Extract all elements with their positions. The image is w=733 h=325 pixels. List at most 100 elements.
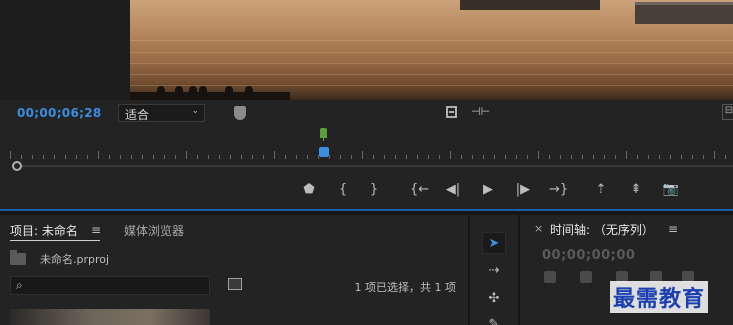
play-button[interactable]: ▶ bbox=[479, 181, 497, 199]
ruler-tick bbox=[428, 155, 429, 159]
selection-tool[interactable]: ➤ bbox=[482, 232, 506, 254]
ruler-tick bbox=[395, 155, 396, 159]
folder-icon bbox=[10, 250, 26, 265]
close-icon[interactable]: × bbox=[534, 222, 543, 235]
ruler-tick bbox=[131, 155, 132, 159]
ruler-tick bbox=[626, 151, 627, 159]
new-bin-icon[interactable] bbox=[228, 278, 242, 290]
project-panel: 项目: 未命名 ≡ 媒体浏览器 未命名.prproj ⌕ 1 项已选择，共 1 … bbox=[0, 215, 468, 325]
ruler-tick bbox=[142, 155, 143, 159]
ruler-tick bbox=[340, 155, 341, 159]
ruler-tick bbox=[439, 155, 440, 159]
ruler-tick bbox=[10, 151, 11, 159]
zoom-level-value: 适合 bbox=[125, 108, 150, 122]
ruler-tick bbox=[714, 151, 715, 159]
ruler-tick bbox=[615, 155, 616, 159]
extract-button[interactable]: ⇞ bbox=[627, 181, 645, 199]
ruler-tick bbox=[252, 155, 253, 159]
zoom-scrollbar-track bbox=[16, 165, 733, 167]
ruler-tick bbox=[230, 155, 231, 159]
razor-tool[interactable]: ✎ bbox=[482, 314, 506, 325]
ruler-tick bbox=[43, 155, 44, 159]
time-ruler[interactable] bbox=[10, 145, 733, 159]
tab-media-browser[interactable]: 媒体浏览器 bbox=[124, 222, 184, 239]
ruler-tick bbox=[21, 155, 22, 159]
ruler-tick bbox=[505, 155, 506, 159]
tab-timeline[interactable]: 时间轴: （无序列） bbox=[550, 221, 654, 238]
playhead-timecode[interactable]: 00;00;06;28 bbox=[17, 106, 102, 120]
panel-edge-icon[interactable]: ⊟ bbox=[722, 104, 733, 120]
go-to-out-button[interactable]: →} bbox=[549, 181, 568, 199]
ruler-tick bbox=[681, 155, 682, 159]
go-to-in-button[interactable]: {← bbox=[410, 181, 429, 199]
panel-divider[interactable] bbox=[468, 215, 470, 325]
ruler-tick bbox=[87, 155, 88, 159]
film-icon[interactable] bbox=[446, 106, 457, 118]
ruler-tick bbox=[76, 155, 77, 159]
ripple-edit-tool[interactable]: ✣ bbox=[482, 288, 506, 310]
panel-menu-icon[interactable]: ≡ bbox=[91, 223, 101, 237]
ruler-tick bbox=[351, 155, 352, 159]
ruler-tick bbox=[582, 155, 583, 159]
ruler-tick bbox=[571, 155, 572, 159]
search-icon: ⌕ bbox=[16, 278, 23, 292]
linked-selection-icon[interactable] bbox=[580, 271, 592, 283]
ruler-tick bbox=[593, 155, 594, 159]
ruler-tick bbox=[637, 155, 638, 159]
watermark-logo: 最需教育 bbox=[610, 281, 709, 313]
settings-shield-icon[interactable] bbox=[234, 106, 246, 120]
panel-divider[interactable] bbox=[518, 215, 520, 325]
timeline-timecode[interactable]: 00;00;00;00 bbox=[542, 248, 635, 263]
mark-in-button[interactable]: { bbox=[334, 181, 352, 199]
ruler-tick bbox=[109, 155, 110, 159]
ruler-tick bbox=[285, 155, 286, 159]
lift-button[interactable]: ⇡ bbox=[592, 181, 610, 199]
ruler-tick bbox=[450, 151, 451, 159]
ruler-tick bbox=[516, 155, 517, 159]
track-select-tool[interactable]: ⇢ bbox=[482, 260, 506, 282]
ruler-tick bbox=[329, 155, 330, 159]
ruler-tick bbox=[54, 155, 55, 159]
ruler-tick bbox=[164, 155, 165, 159]
boat-shape bbox=[460, 0, 600, 10]
people-silhouette bbox=[155, 86, 255, 96]
project-file-name: 未命名.prproj bbox=[40, 253, 110, 266]
snap-icon[interactable] bbox=[544, 271, 556, 283]
tab-project[interactable]: 项目: 未命名 bbox=[10, 222, 78, 239]
ruler-tick bbox=[560, 155, 561, 159]
ruler-tick bbox=[219, 155, 220, 159]
mark-out-button[interactable]: } bbox=[365, 181, 383, 199]
ruler-tick bbox=[406, 155, 407, 159]
ruler-tick bbox=[307, 155, 308, 159]
zoom-scrollbar[interactable] bbox=[0, 160, 733, 172]
tools-panel: ➤ ⇢ ✣ ✎ bbox=[472, 215, 516, 325]
ruler-tick bbox=[527, 155, 528, 159]
playhead-handle[interactable] bbox=[319, 147, 329, 157]
zoom-level-select[interactable]: 适合 ⌄ bbox=[118, 104, 205, 122]
export-frame-button[interactable]: 📷 bbox=[662, 181, 680, 199]
ruler-tick bbox=[604, 155, 605, 159]
ruler-tick bbox=[197, 155, 198, 159]
step-forward-button[interactable]: |▶ bbox=[514, 181, 532, 199]
step-back-button[interactable]: ◀| bbox=[444, 181, 462, 199]
ruler-tick bbox=[725, 155, 726, 159]
ruler-tick bbox=[241, 155, 242, 159]
ruler-tick bbox=[175, 155, 176, 159]
comparison-view-icon[interactable]: ⊣⊢ bbox=[471, 105, 490, 118]
search-input[interactable]: ⌕ bbox=[10, 276, 210, 295]
ruler-tick bbox=[538, 151, 539, 159]
ruler-tick bbox=[692, 155, 693, 159]
ruler-tick bbox=[417, 155, 418, 159]
program-monitor-video[interactable] bbox=[130, 0, 733, 100]
in-point-marker[interactable] bbox=[320, 128, 327, 141]
add-marker-button[interactable]: ⬟ bbox=[300, 181, 318, 199]
clip-thumbnail[interactable] bbox=[10, 309, 210, 325]
ruler-tick bbox=[670, 155, 671, 159]
active-tab-underline bbox=[10, 240, 100, 241]
panel-menu-icon[interactable]: ≡ bbox=[668, 222, 678, 236]
ruler-tick bbox=[98, 151, 99, 159]
ruler-tick bbox=[362, 151, 363, 159]
zoom-scrollbar-knob[interactable] bbox=[12, 161, 22, 171]
selection-status: 1 项已选择，共 1 项 bbox=[354, 281, 457, 294]
ruler-tick bbox=[296, 155, 297, 159]
